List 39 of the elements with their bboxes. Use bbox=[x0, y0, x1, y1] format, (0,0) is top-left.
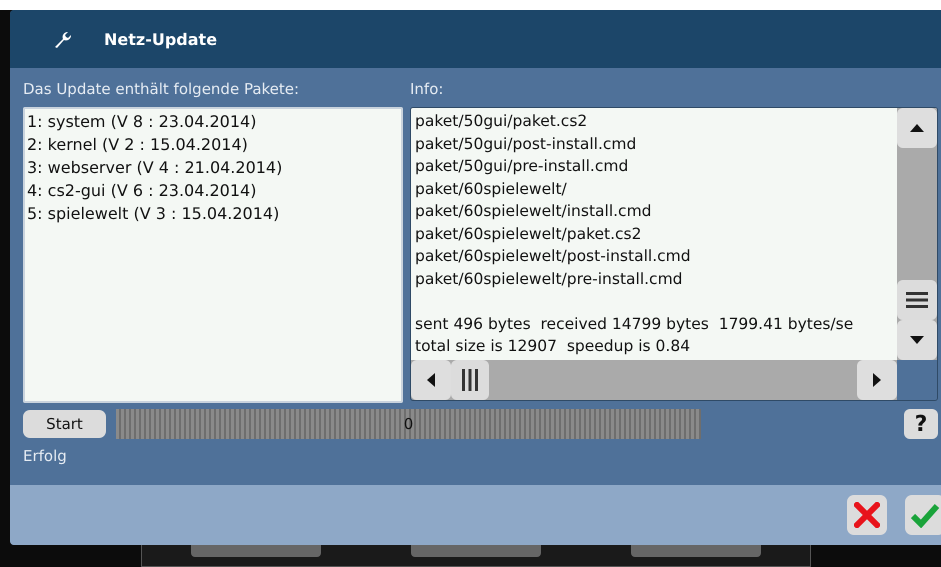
package-item[interactable]: 4: cs2-gui (V 6 : 23.04.2014) bbox=[27, 179, 399, 202]
status-text: Erfolg bbox=[23, 447, 68, 465]
package-item[interactable]: 1: system (V 8 : 23.04.2014) bbox=[27, 110, 399, 133]
log-line: paket/50gui/pre-install.cmd bbox=[415, 156, 628, 177]
grip-icon bbox=[462, 369, 478, 391]
cancel-button[interactable] bbox=[847, 495, 887, 535]
scroll-thumb[interactable] bbox=[897, 280, 937, 320]
scroll-up-button[interactable] bbox=[897, 108, 937, 148]
down-arrow-icon bbox=[910, 336, 924, 344]
log-line: paket/60spielewelt/post-install.cmd bbox=[415, 246, 691, 267]
grip-icon bbox=[906, 292, 928, 308]
log-line: paket/50gui/paket.cs2 bbox=[415, 111, 588, 132]
window-title: Netz-Update bbox=[104, 30, 218, 48]
scroll-left-button[interactable] bbox=[411, 360, 451, 400]
log-line: sent 496 bytes received 14799 bytes 1799.41 bytes/se bbox=[415, 314, 854, 334]
package-item[interactable]: 2: kernel (V 2 : 15.04.2014) bbox=[27, 133, 399, 156]
packages-label: Das Update enthält folgende Pakete: bbox=[23, 79, 300, 100]
help-button[interactable]: ? bbox=[904, 409, 938, 439]
log-line: paket/60spielewelt/install.cmd bbox=[415, 201, 652, 222]
close-icon bbox=[854, 502, 880, 528]
left-arrow-icon bbox=[427, 373, 435, 387]
scroll-down-button[interactable] bbox=[897, 320, 937, 360]
log-line: total size is 12907 speedup is 0.84 bbox=[415, 336, 690, 357]
start-button[interactable]: Start bbox=[23, 410, 106, 438]
vertical-scrollbar[interactable] bbox=[897, 108, 937, 360]
log-line: paket/60spielewelt/ bbox=[415, 178, 567, 200]
scroll-thumb[interactable] bbox=[451, 360, 489, 400]
horizontal-scrollbar[interactable] bbox=[411, 360, 897, 400]
package-item[interactable]: 5: spielewelt (V 3 : 15.04.2014) bbox=[27, 202, 399, 225]
progress-reading: 0 bbox=[404, 415, 414, 433]
log-line: paket/60spielewelt/pre-install.cmd bbox=[415, 268, 683, 290]
scroll-right-button[interactable] bbox=[857, 360, 897, 400]
up-arrow-icon bbox=[910, 124, 924, 132]
right-arrow-icon bbox=[873, 373, 881, 387]
log-line: paket/60spielewelt/paket.cs2 bbox=[415, 224, 642, 244]
checkmark-icon bbox=[910, 502, 940, 528]
info-label: Info: bbox=[410, 79, 444, 100]
package-item[interactable]: 3: webserver (V 4 : 21.04.2014) bbox=[27, 156, 399, 179]
log-line: paket/50gui/post-install.cmd bbox=[415, 134, 636, 154]
